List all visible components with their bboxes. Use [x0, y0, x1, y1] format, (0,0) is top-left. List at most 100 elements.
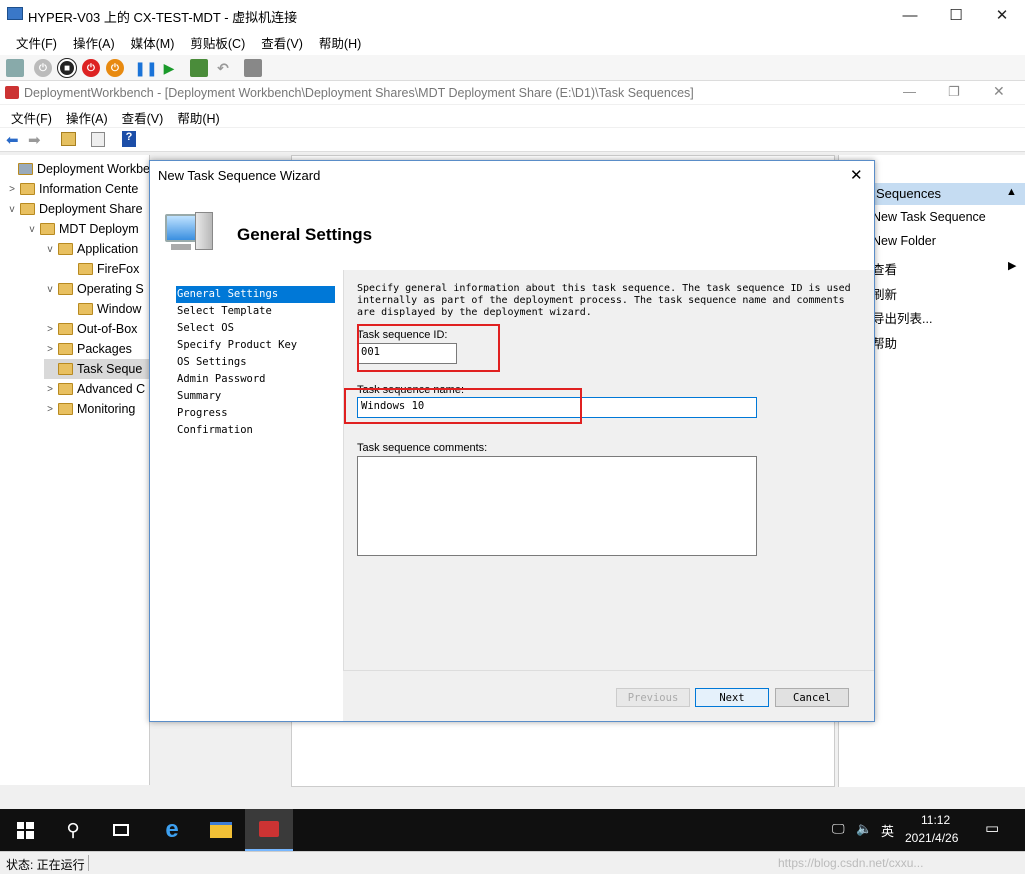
folder-icon	[58, 403, 73, 415]
mmc-minimize-button[interactable]: —	[903, 84, 916, 99]
wizard-steps: General Settings Select Template Select …	[176, 286, 336, 439]
step-select-template: Select Template	[177, 305, 272, 317]
tree-item-packages[interactable]: > Packages	[44, 339, 132, 359]
maximize-button[interactable]: ☐	[933, 0, 979, 30]
step-general-settings: General Settings	[176, 286, 335, 303]
action-export-list[interactable]: 导出列表...	[872, 308, 932, 327]
folder-icon	[58, 383, 73, 395]
action-help[interactable]: 帮助	[872, 333, 897, 352]
menu-help[interactable]: 帮助(H)	[311, 31, 369, 53]
internet-explorer-icon[interactable]: e	[148, 809, 196, 851]
tree-item-task-sequences[interactable]: Task Seque	[44, 359, 149, 379]
tree-item-information-center[interactable]: > Information Cente	[6, 179, 138, 199]
step-admin-password: Admin Password	[177, 373, 266, 385]
tree-item-monitoring[interactable]: > Monitoring	[44, 399, 135, 419]
computer-icon	[165, 212, 215, 260]
turn-off-icon[interactable]: ■	[57, 58, 77, 78]
back-arrow-icon[interactable]: ⬅	[6, 131, 19, 149]
vm-title-bar: HYPER-V03 上的 CX-TEST-MDT - 虚拟机连接	[0, 0, 1025, 30]
step-specify-product-key: Specify Product Key	[177, 339, 298, 351]
vm-status-text: 状态: 正在运行	[6, 858, 85, 872]
mmc-menu-help[interactable]: 帮助(H)	[170, 105, 226, 127]
step-os-settings: OS Settings	[177, 356, 247, 368]
menu-view[interactable]: 查看(V)	[253, 31, 311, 53]
revert-icon[interactable]: ↶	[214, 59, 232, 77]
mmc-restore-button[interactable]: ❐	[948, 84, 960, 100]
up-folder-icon[interactable]	[61, 132, 76, 146]
mmc-menu-file[interactable]: 文件(F)	[4, 105, 59, 127]
menu-clipboard[interactable]: 剪贴板(C)	[182, 31, 253, 53]
collapse-arrow-icon[interactable]: ▲	[1006, 186, 1017, 198]
close-button[interactable]: ✕	[979, 0, 1025, 30]
action-new-folder[interactable]: New Folder	[872, 234, 936, 248]
search-icon[interactable]: ⚲	[49, 809, 97, 851]
highlight-box-name	[344, 388, 582, 424]
task-view-icon[interactable]	[97, 809, 145, 851]
monitor-icon	[7, 7, 23, 20]
workbench-icon	[18, 163, 33, 175]
tree-item-operating-systems[interactable]: v Operating S	[44, 279, 144, 299]
folder-icon	[58, 243, 73, 255]
tree-item-applications[interactable]: v Application	[44, 239, 139, 259]
folder-icon	[58, 363, 73, 375]
ime-indicator[interactable]: 英	[881, 821, 894, 840]
action-refresh[interactable]: 刷新	[872, 284, 897, 303]
task-sequence-comments-textarea[interactable]	[357, 456, 757, 556]
checkpoint-icon[interactable]	[190, 59, 208, 77]
help-icon[interactable]: ?	[122, 131, 136, 147]
wizard-title: New Task Sequence Wizard	[158, 168, 321, 183]
vm-menu-bar: 文件(F) 操作(A) 媒体(M) 剪贴板(C) 查看(V) 帮助(H)	[0, 31, 1025, 53]
wizard-close-button[interactable]: ✕	[850, 166, 863, 184]
ctrl-alt-del-icon[interactable]	[6, 59, 24, 77]
tree-item-advanced-configuration[interactable]: > Advanced C	[44, 379, 145, 399]
next-button[interactable]: Next	[695, 688, 769, 707]
deployment-workbench-taskbar-icon[interactable]	[245, 809, 293, 851]
notification-icon[interactable]: ▭	[985, 819, 999, 837]
tree-item-mdt-deployment-share[interactable]: v MDT Deploym	[26, 219, 139, 239]
enhanced-session-icon[interactable]	[244, 59, 262, 77]
shutdown-icon[interactable]: ⏻	[82, 59, 100, 77]
vm-window-title: HYPER-V03 上的 CX-TEST-MDT - 虚拟机连接	[28, 10, 298, 25]
minimize-button[interactable]: —	[887, 0, 933, 30]
file-explorer-icon[interactable]	[197, 809, 245, 851]
step-summary: Summary	[177, 390, 222, 402]
folder-icon	[40, 223, 55, 235]
mmc-title-bar: DeploymentWorkbench - [Deployment Workbe…	[0, 82, 1025, 104]
task-sequence-comments-label: Task sequence comments:	[357, 442, 488, 454]
volume-muted-icon[interactable]: 🔈	[856, 821, 872, 837]
menu-media[interactable]: 媒体(M)	[123, 31, 183, 53]
tree-item-out-of-box-drivers[interactable]: > Out-of-Box	[44, 319, 137, 339]
action-view[interactable]: 查看	[872, 259, 897, 278]
folder-icon	[20, 183, 35, 195]
tree-item-windows[interactable]: Window	[64, 299, 141, 319]
tree-item-deployment-shares[interactable]: v Deployment Share	[6, 199, 143, 219]
mmc-window-title: DeploymentWorkbench - [Deployment Workbe…	[24, 86, 694, 100]
resume-icon[interactable]: ▶	[160, 59, 178, 77]
wizard-heading: General Settings	[237, 225, 373, 244]
mmc-close-button[interactable]: ✕	[993, 83, 1005, 100]
save-state-icon[interactable]: ⏻	[106, 59, 124, 77]
menu-action[interactable]: 操作(A)	[65, 31, 123, 53]
pause-icon[interactable]: ❚❚	[134, 59, 157, 77]
action-new-task-sequence[interactable]: New Task Sequence	[872, 210, 986, 224]
export-list-icon[interactable]	[91, 132, 105, 147]
windows-start-icon[interactable]	[1, 809, 49, 851]
mmc-menu-action[interactable]: 操作(A)	[59, 105, 115, 127]
menu-file[interactable]: 文件(F)	[8, 31, 65, 53]
highlight-box-id	[357, 324, 500, 372]
network-icon[interactable]: 🖵	[832, 821, 845, 837]
status-divider	[88, 855, 89, 871]
forward-arrow-icon[interactable]: ➡	[28, 131, 41, 149]
clock-time[interactable]: 11:12	[921, 813, 950, 827]
previous-button[interactable]: Previous	[616, 688, 690, 707]
start-icon[interactable]: ⏻	[34, 59, 52, 77]
folder-icon	[58, 323, 73, 335]
tree-item-firefox[interactable]: FireFox	[64, 259, 139, 279]
mmc-menu-view[interactable]: 查看(V)	[115, 105, 171, 127]
tree-item-workbench[interactable]: Deployment Workbe	[4, 159, 149, 179]
cancel-button[interactable]: Cancel	[775, 688, 849, 707]
mmc-menu-bar: 文件(F) 操作(A) 查看(V) 帮助(H)	[0, 105, 1025, 127]
folder-icon	[78, 263, 93, 275]
folder-icon	[78, 303, 93, 315]
clock-date[interactable]: 2021/4/26	[905, 831, 958, 845]
